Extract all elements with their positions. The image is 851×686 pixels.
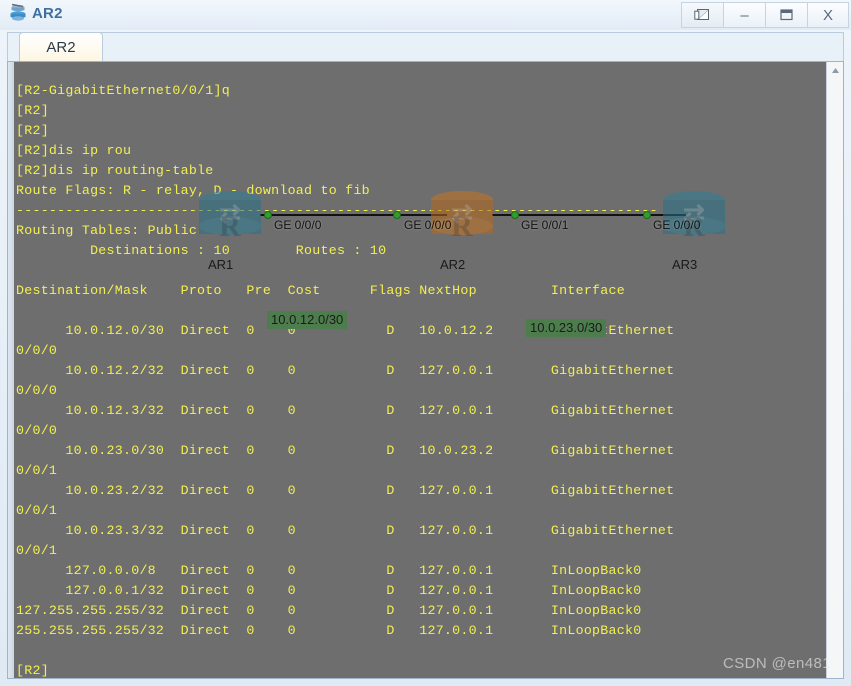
- terminal-output[interactable]: [R2-GigabitEthernet0/0/1]q [R2] [R2] [R2…: [16, 81, 816, 678]
- window-title: AR2: [32, 4, 63, 22]
- window-title-bar: AR2 – X: [0, 0, 851, 30]
- watermark-text: CSDN @en481: [722, 655, 831, 672]
- close-button[interactable]: X: [807, 2, 849, 28]
- tab-ar2[interactable]: AR2: [19, 32, 103, 62]
- close-icon: X: [822, 6, 833, 24]
- ar2-console-window: AR2 – X AR2 [R2-GigabitEthernet0/0/1]q […: [0, 0, 851, 686]
- tab-ar2-label: AR2: [46, 39, 76, 56]
- tab-strip-background: [7, 32, 844, 62]
- terminal-left-gutter: [8, 62, 14, 678]
- scroll-up-arrow-icon[interactable]: [827, 62, 843, 79]
- maximize-button[interactable]: [765, 2, 807, 28]
- window-controls: – X: [681, 2, 849, 28]
- minimize-icon: –: [740, 6, 749, 24]
- detach-window-button[interactable]: [681, 2, 723, 28]
- maximize-icon: [780, 9, 793, 21]
- title-bar-left: AR2: [9, 3, 63, 23]
- terminal-panel[interactable]: [R2-GigabitEthernet0/0/1]q [R2] [R2] [R2…: [7, 61, 844, 679]
- tab-strip: AR2: [7, 30, 844, 62]
- detach-icon: [694, 8, 709, 20]
- minimize-button[interactable]: –: [723, 2, 765, 28]
- terminal-scrollbar[interactable]: [826, 62, 843, 678]
- router-device-icon: [9, 3, 27, 23]
